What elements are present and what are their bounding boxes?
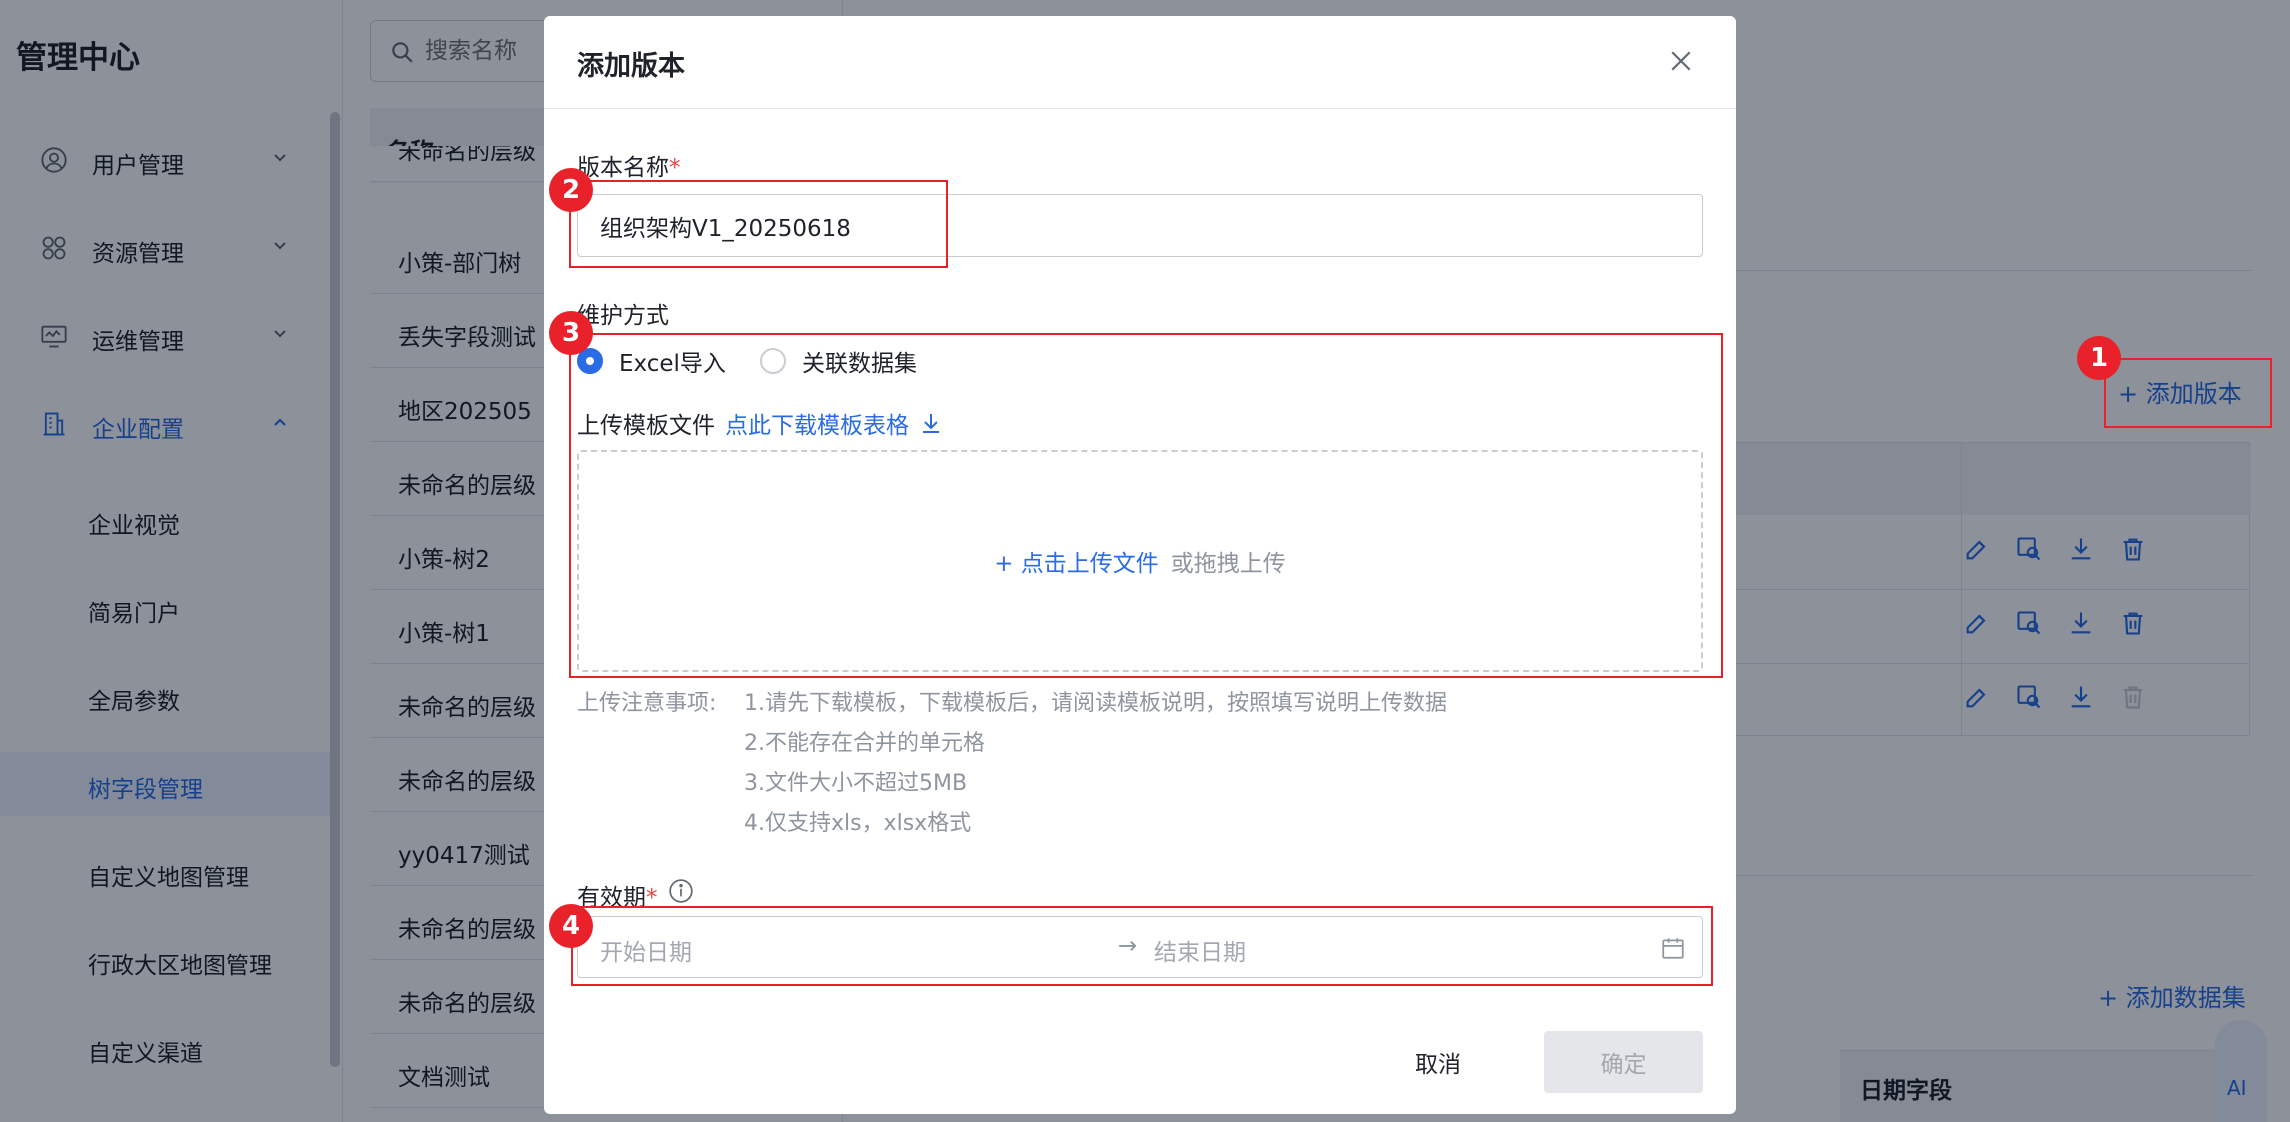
cancel-button[interactable]: 取消	[1376, 1031, 1500, 1093]
annotation-box-1	[2104, 358, 2272, 428]
upload-notes-lead: 上传注意事项:	[577, 691, 717, 716]
annotation-box-3	[569, 333, 1723, 678]
annotation-box-4	[571, 906, 1713, 986]
required-mark: *	[669, 155, 681, 181]
confirm-button[interactable]: 确定	[1544, 1031, 1703, 1093]
version-name-label-text: 版本名称	[577, 155, 669, 181]
annotation-badge-2: 2	[549, 168, 593, 212]
info-icon[interactable]	[668, 878, 694, 904]
modal-title: 添加版本	[577, 51, 685, 82]
version-name-label: 版本名称*	[577, 148, 681, 182]
annotation-badge-3: 3	[549, 311, 593, 355]
upload-note-line: 4.仅支持xls，xlsx格式	[744, 811, 972, 836]
upload-note-line: 3.文件大小不超过5MB	[744, 771, 968, 796]
close-icon[interactable]	[1666, 46, 1696, 76]
annotation-badge-4: 4	[549, 904, 593, 948]
upload-note-line: 2.不能存在合并的单元格	[744, 731, 985, 756]
upload-note-line: 1.请先下载模板，下载模板后，请阅读模板说明，按照填写说明上传数据	[744, 691, 1447, 716]
annotation-box-2	[569, 180, 948, 268]
annotation-badge-1: 1	[2077, 336, 2121, 380]
modal-header: 添加版本	[544, 16, 1736, 109]
